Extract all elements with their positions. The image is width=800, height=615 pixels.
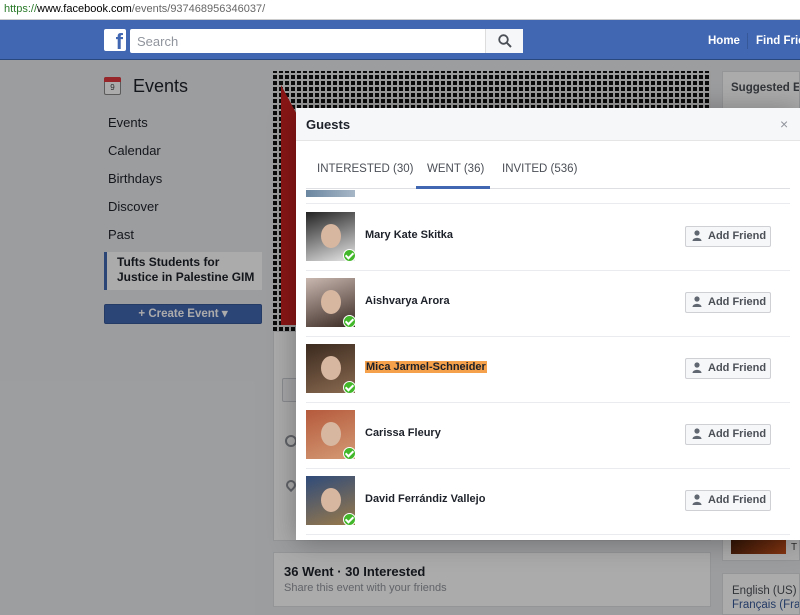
guests-dialog: Guests × INTERESTED (30) WENT (36) INVIT…: [296, 108, 800, 540]
add-friend-button[interactable]: Add Friend: [685, 490, 771, 511]
dialog-header: Guests ×: [296, 108, 800, 141]
facebook-logo-icon[interactable]: f: [104, 29, 126, 51]
add-friend-label: Add Friend: [708, 230, 767, 242]
guest-photo[interactable]: [306, 278, 355, 327]
add-friend-label: Add Friend: [708, 494, 767, 506]
add-person-icon: [692, 230, 702, 241]
add-friend-button[interactable]: Add Friend: [685, 226, 771, 247]
add-friend-label: Add Friend: [708, 296, 767, 308]
guest-face: [321, 356, 341, 380]
row-divider: [306, 468, 790, 469]
guest-name[interactable]: Mica Jarmel-Schneider: [365, 361, 487, 373]
guest-face: [321, 488, 341, 512]
guest-row: David Ferrándiz Vallejo Add Friend: [306, 476, 790, 540]
nav-home-link[interactable]: Home: [708, 35, 740, 47]
add-friend-button[interactable]: Add Friend: [685, 424, 771, 445]
guest-face: [321, 290, 341, 314]
went-check-icon: [343, 447, 355, 459]
add-person-icon: [692, 362, 702, 373]
url-protocol: https://: [4, 3, 38, 15]
add-friend-label: Add Friend: [708, 362, 767, 374]
guest-face: [321, 422, 341, 446]
row-divider: [306, 402, 790, 403]
row-divider: [306, 336, 790, 337]
guest-list[interactable]: Mary Kate Skitka Add Friend Aishvarya Aror…: [306, 190, 790, 540]
dialog-title: Guests: [306, 117, 351, 132]
guest-photo-partial: [306, 190, 355, 197]
went-check-icon: [343, 315, 355, 327]
guest-face: [321, 224, 341, 248]
nav-divider: [747, 33, 748, 49]
search-icon: [498, 34, 512, 48]
top-navigation-bar: f Home Find Frie: [0, 20, 800, 60]
guest-name[interactable]: Mary Kate Skitka: [365, 229, 453, 241]
guest-row: Carissa Fleury Add Friend: [306, 410, 790, 476]
guest-name[interactable]: Aishvarya Arora: [365, 295, 450, 307]
tab-went[interactable]: WENT (36): [427, 163, 484, 175]
went-check-icon: [343, 513, 355, 525]
guest-row: Mica Jarmel-Schneider Add Friend: [306, 344, 790, 410]
tab-invited[interactable]: INVITED (536): [502, 163, 577, 175]
row-divider: [306, 203, 790, 204]
guest-name[interactable]: David Ferrándiz Vallejo: [365, 493, 485, 505]
active-tab-indicator: [416, 186, 490, 189]
row-divider: [306, 270, 790, 271]
guest-name[interactable]: Carissa Fleury: [365, 427, 441, 439]
guest-tabs: INTERESTED (30) WENT (36) INVITED (536): [306, 155, 790, 189]
add-person-icon: [692, 296, 702, 307]
guest-photo[interactable]: [306, 476, 355, 525]
add-friend-label: Add Friend: [708, 428, 767, 440]
went-check-icon: [343, 249, 355, 261]
guest-row: Aishvarya Arora Add Friend: [306, 278, 790, 344]
guest-row: Mary Kate Skitka Add Friend: [306, 212, 790, 278]
search-button[interactable]: [485, 29, 523, 53]
search-input[interactable]: [130, 29, 523, 53]
url-host: www.facebook.com: [37, 3, 132, 15]
add-person-icon: [692, 494, 702, 505]
guest-photo[interactable]: [306, 212, 355, 261]
add-friend-button[interactable]: Add Friend: [685, 358, 771, 379]
add-person-icon: [692, 428, 702, 439]
nav-find-friends-link[interactable]: Find Frie: [756, 35, 800, 47]
address-bar[interactable]: https://www.facebook.com/events/93746895…: [0, 0, 800, 20]
url-path: /events/937468956346037/: [131, 3, 266, 15]
guest-photo[interactable]: [306, 344, 355, 393]
went-check-icon: [343, 381, 355, 393]
guest-photo[interactable]: [306, 410, 355, 459]
row-divider: [306, 534, 790, 535]
tab-interested[interactable]: INTERESTED (30): [317, 163, 414, 175]
close-icon[interactable]: ×: [780, 117, 788, 131]
add-friend-button[interactable]: Add Friend: [685, 292, 771, 313]
